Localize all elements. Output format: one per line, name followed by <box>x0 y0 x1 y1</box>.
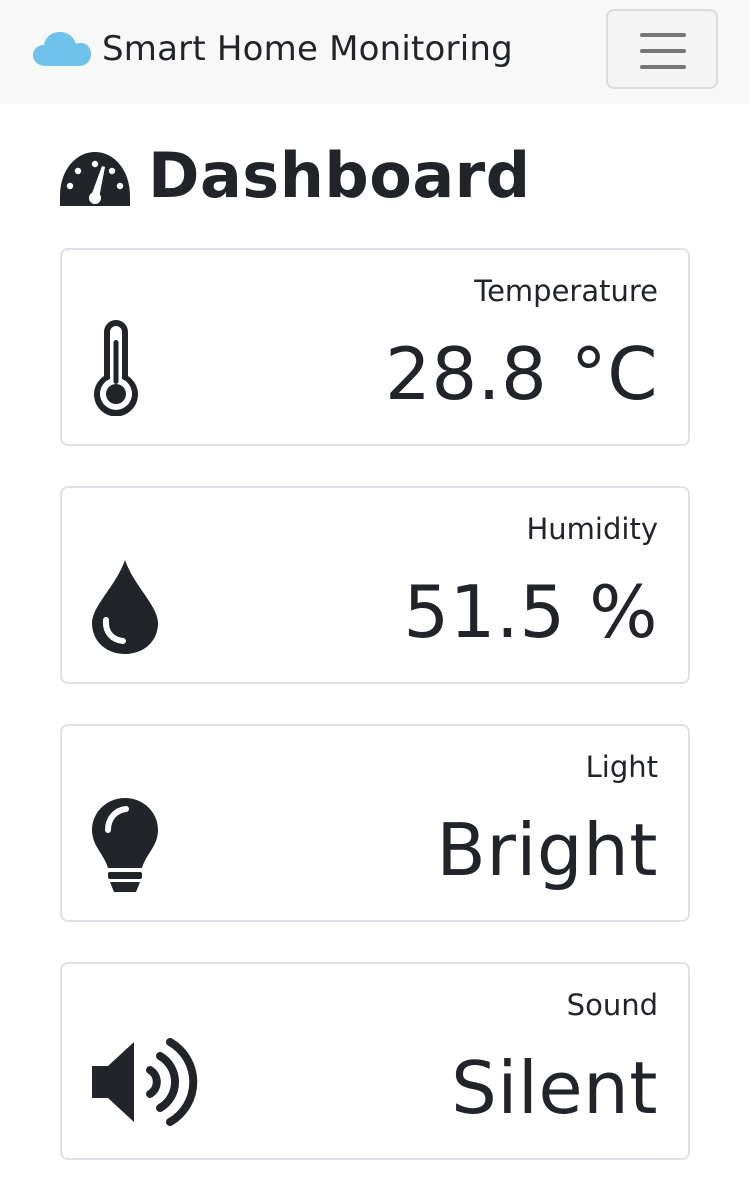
sensor-label: Light <box>585 750 658 784</box>
sensor-label: Sound <box>566 988 658 1022</box>
menu-toggle-button[interactable] <box>606 9 718 89</box>
volume-up-icon <box>92 1038 198 1126</box>
navbar: Smart Home Monitoring <box>0 0 750 104</box>
hamburger-bar <box>640 49 686 53</box>
hamburger-bar <box>640 65 686 69</box>
brand-title: Smart Home Monitoring <box>102 29 513 69</box>
sensor-label: Temperature <box>474 274 658 308</box>
sensor-card-humidity: Humidity 51.5 % <box>60 486 690 684</box>
page-header: Dashboard <box>58 135 531 215</box>
sensor-value: Silent <box>451 1046 658 1130</box>
thermometer-icon <box>94 320 138 416</box>
navbar-brand[interactable]: Smart Home Monitoring <box>32 24 513 74</box>
sensor-card-temperature: Temperature 28.8 °C <box>60 248 690 446</box>
lightbulb-icon <box>92 798 158 892</box>
sensor-value: 51.5 % <box>403 570 658 654</box>
water-drop-icon <box>92 560 158 654</box>
sensor-card-sound: Sound Silent <box>60 962 690 1160</box>
tachometer-icon <box>60 152 130 206</box>
page-title: Dashboard <box>148 138 531 212</box>
sensor-value: 28.8 °C <box>385 332 658 416</box>
cloud-icon <box>33 32 91 66</box>
hamburger-menu-icon <box>640 33 686 37</box>
sensor-card-light: Light Bright <box>60 724 690 922</box>
sensor-value: Bright <box>436 808 658 892</box>
sensor-label: Humidity <box>526 512 659 546</box>
